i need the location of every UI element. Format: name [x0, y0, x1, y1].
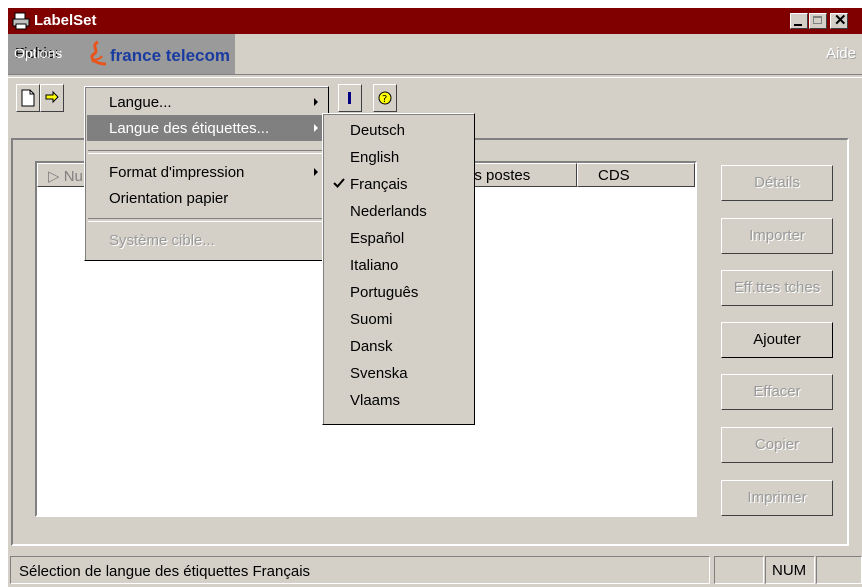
copier-button[interactable]: Copier — [721, 427, 833, 463]
printer-icon — [12, 12, 30, 30]
column-header-postes[interactable]: es postes — [463, 163, 577, 187]
menu-bar: Fichier Options france telecom Aide — [8, 34, 862, 74]
lang-label: Nederlands — [350, 203, 427, 220]
lang-label: Italiano — [350, 257, 399, 274]
importer-button[interactable]: Importer — [721, 218, 833, 254]
maximize-button[interactable] — [809, 13, 827, 29]
window-title: LabelSet — [34, 12, 97, 29]
open-file-button[interactable] — [40, 84, 64, 112]
column-number-label: Nu — [63, 168, 83, 185]
submenu-arrow-icon — [314, 98, 318, 106]
ajouter-button[interactable]: Ajouter — [721, 322, 833, 358]
menu-item-orientation-papier[interactable]: Orientation papier — [87, 185, 326, 211]
lang-label: Deutsch — [350, 122, 406, 139]
menu-item-format-impression[interactable]: Format d'impression — [87, 159, 326, 185]
new-file-icon — [21, 89, 35, 107]
lang-label: English — [350, 149, 400, 166]
submenu-arrow-icon — [314, 168, 318, 176]
lang-label: Svenska — [350, 365, 408, 382]
lang-label: Vlaams — [350, 392, 401, 409]
lang-item-vlaams[interactable]: Vlaams — [325, 387, 472, 414]
title-bar[interactable]: LabelSet ✕ — [8, 8, 862, 34]
lang-item-espanol[interactable]: Español — [325, 225, 472, 252]
minimize-button[interactable] — [790, 13, 808, 29]
menu-separator — [88, 218, 325, 222]
menu-separator — [8, 74, 862, 78]
svg-text:?: ? — [382, 94, 387, 105]
france-telecom-logo-icon — [90, 40, 107, 66]
submenu-arrow-icon — [314, 124, 318, 132]
menu-item-langue-etiquettes[interactable]: Langue des étiquettes... — [87, 115, 326, 141]
lang-label: Dansk — [350, 338, 393, 355]
checkmark-icon — [333, 178, 345, 188]
lang-item-francais[interactable]: Français — [325, 171, 472, 198]
close-button[interactable]: ✕ — [830, 12, 848, 29]
menu-item-format-impression-label: Format d'impression — [109, 164, 245, 181]
toolbar-button-hidden[interactable] — [338, 84, 362, 112]
lang-item-dansk[interactable]: Dansk — [325, 333, 472, 360]
lang-item-deutsch[interactable]: Deutsch — [325, 117, 472, 144]
lang-label: Português — [350, 284, 419, 301]
status-panel-empty — [714, 556, 764, 584]
lang-item-svenska[interactable]: Svenska — [325, 360, 472, 387]
open-arrow-icon — [45, 90, 59, 104]
imprimer-button[interactable]: Imprimer — [721, 480, 833, 516]
new-file-button[interactable] — [16, 84, 40, 112]
brand-text: france telecom — [110, 46, 230, 65]
menu-aide[interactable]: Aide — [826, 45, 856, 62]
lang-label: Español — [350, 230, 405, 247]
help-icon: ? — [378, 91, 392, 105]
language-submenu: Deutsch English Français Nederlands Espa… — [322, 113, 475, 425]
lang-item-italiano[interactable]: Italiano — [325, 252, 472, 279]
help-button[interactable]: ? — [373, 84, 397, 112]
menu-item-systeme-cible[interactable]: Système cible... — [87, 227, 326, 253]
lang-label: Français — [350, 176, 408, 193]
menu-separator — [88, 150, 325, 154]
menu-item-systeme-cible-label: Système cible... — [109, 232, 215, 249]
lang-item-suomi[interactable]: Suomi — [325, 306, 472, 333]
status-text: Sélection de langue des étiquettes Franç… — [10, 556, 710, 584]
details-button[interactable]: Détails — [721, 165, 833, 201]
lang-item-portugues[interactable]: Português — [325, 279, 472, 306]
options-dropdown-menu: Langue... Langue des étiquettes... Forma… — [84, 86, 329, 261]
column-header-cds[interactable]: CDS — [577, 163, 695, 187]
eff-ttes-tches-button[interactable]: Eff.ttes tches — [721, 270, 833, 306]
close-icon: ✕ — [834, 12, 847, 29]
menu-options-label: Options — [14, 45, 63, 61]
toolbar-tool-icon — [348, 92, 351, 104]
menu-item-langue-label: Langue... — [109, 94, 172, 111]
menu-item-langue[interactable]: Langue... — [87, 89, 326, 115]
lang-label: Suomi — [350, 311, 393, 328]
status-panel-empty-right — [816, 556, 862, 584]
status-num-indicator: NUM — [765, 556, 815, 584]
menu-item-langue-etiquettes-label: Langue des étiquettes... — [109, 120, 270, 137]
lang-item-english[interactable]: English — [325, 144, 472, 171]
menu-options[interactable]: Options france telecom — [8, 34, 235, 74]
status-bar: Sélection de langue des étiquettes Franç… — [8, 554, 862, 587]
effacer-button[interactable]: Effacer — [721, 374, 833, 410]
menu-item-orientation-papier-label: Orientation papier — [109, 190, 229, 207]
lang-item-nederlands[interactable]: Nederlands — [325, 198, 472, 225]
